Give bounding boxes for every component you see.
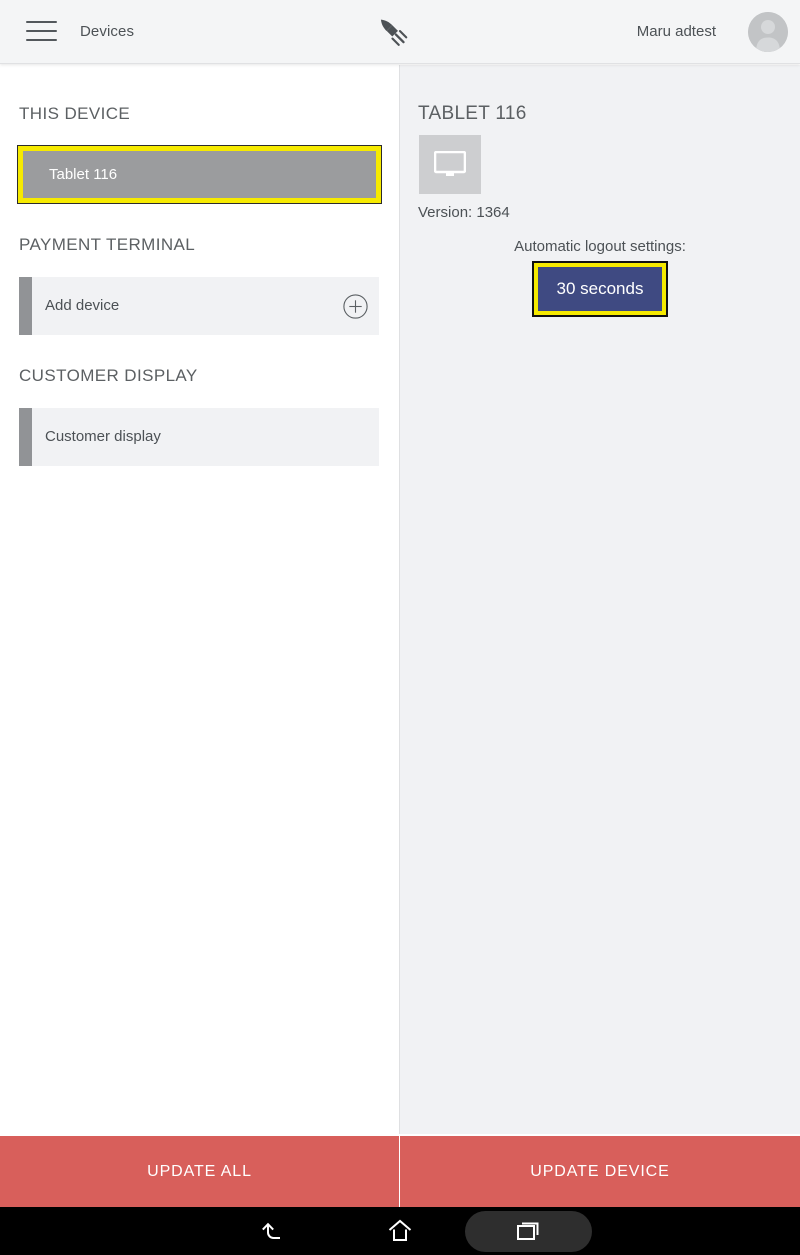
app-header: Devices Maru adtest [0,0,800,64]
row-accent-bar [19,408,32,466]
customer-display-label: Customer display [45,428,161,445]
app-screen: Devices Maru adtest THIS DEVICE Tablet 1… [0,0,800,1255]
hamburger-bar [26,30,57,32]
user-avatar-icon[interactable] [748,12,788,52]
home-icon[interactable] [360,1207,440,1255]
hamburger-menu-icon[interactable] [26,21,57,43]
hamburger-bar [26,21,57,23]
android-navigation-bar [0,1207,800,1255]
row-accent-bar [19,277,32,335]
recents-icon[interactable] [488,1207,568,1255]
device-list-panel: THIS DEVICE Tablet 116 PAYMENT TERMINAL … [0,65,399,1134]
update-device-button[interactable]: UPDATE DEVICE [400,1136,800,1207]
update-all-label: UPDATE ALL [147,1162,252,1180]
automatic-logout-label: Automatic logout settings: [514,238,686,255]
sidebar-item-tablet-116[interactable]: Tablet 116 [17,145,382,204]
add-device-label: Add device [45,297,120,314]
page-title: Devices [80,23,135,40]
automatic-logout-value-button[interactable]: 30 seconds [532,261,668,317]
sidebar-item-add-device[interactable]: Add device [19,277,379,335]
device-detail-panel: TABLET 116 Version: 1364 Automatic logou… [400,65,800,1134]
sidebar-item-customer-display[interactable]: Customer display [19,408,379,466]
user-name-label: Maru adtest [636,23,716,40]
fork-knife-rocket-logo-icon [372,12,416,52]
update-device-label: UPDATE DEVICE [530,1162,670,1180]
detail-title: TABLET 116 [418,103,527,124]
section-heading-customer-display: CUSTOMER DISPLAY [19,366,198,385]
monitor-display-icon [419,135,481,194]
section-heading-this-device: THIS DEVICE [19,104,131,123]
action-bar: UPDATE ALL UPDATE DEVICE [0,1136,800,1207]
section-heading-payment-terminal: PAYMENT TERMINAL [19,235,196,254]
hamburger-bar [26,39,57,41]
device-name-label: Tablet 116 [49,166,118,183]
logout-value-label: 30 seconds [556,279,644,298]
device-version-label: Version: 1364 [418,204,510,221]
main-content: THIS DEVICE Tablet 116 PAYMENT TERMINAL … [0,65,800,1134]
plus-circle-icon[interactable] [343,294,368,319]
update-all-button[interactable]: UPDATE ALL [0,1136,399,1207]
back-icon[interactable] [233,1207,313,1255]
